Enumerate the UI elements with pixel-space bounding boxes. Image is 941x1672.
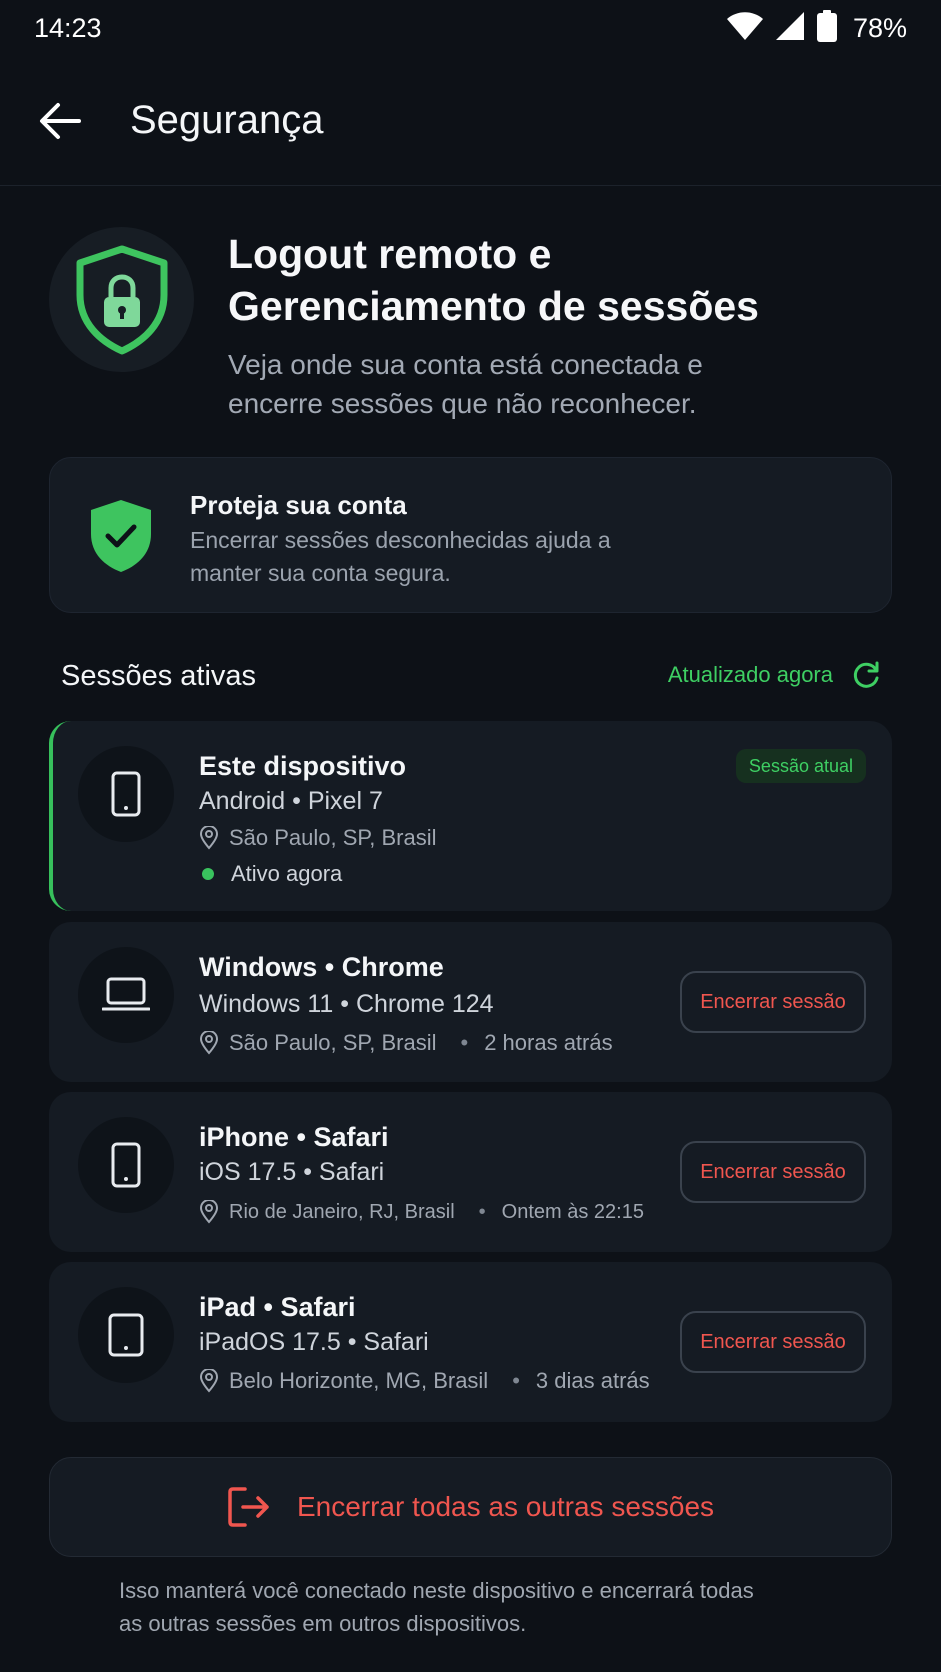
separator-dot: • [512, 1368, 520, 1393]
location-text: Belo Horizonte, MG, Brasil [229, 1368, 489, 1393]
end-session-button[interactable]: Encerrar sessão [680, 971, 866, 1033]
protect-description-line: manter sua conta segura. [190, 560, 451, 586]
session-name: Este dispositivo [199, 751, 407, 781]
end-session-button[interactable]: Encerrar sessão [680, 1311, 866, 1373]
last-active-text: 3 dias atrás [535, 1368, 650, 1393]
separator-dot: • [460, 1030, 469, 1055]
location-text: Rio de Janeiro, RJ, Brasil [229, 1200, 455, 1223]
hero-title: Logout remoto e Gerenciamento de sessões [228, 228, 908, 332]
footer-note-line: Isso manterá você conectado neste dispos… [119, 1578, 754, 1603]
session-card-current: Este dispositivo Android • Pixel 7 São P… [49, 721, 892, 911]
session-location: Rio de Janeiro, RJ, Brasil • Ontem às 22… [199, 1200, 644, 1224]
location-text: São Paulo, SP, Brasil [229, 825, 437, 850]
wifi-icon [726, 11, 763, 46]
page-title: Segurança [130, 98, 324, 142]
section-title: Sessões ativas [61, 660, 257, 692]
shield-lock-badge [49, 227, 194, 372]
arrow-left-icon [40, 102, 81, 139]
session-card: iPhone • Safari iOS 17.5 • Safari Rio de… [49, 1092, 892, 1252]
protect-title: Proteja sua conta [190, 490, 407, 520]
current-session-badge: Sessão atual [735, 749, 866, 783]
status-text: Ativo agora [231, 861, 343, 886]
end-all-label: Encerrar todas as outras sessões [296, 1491, 715, 1522]
end-session-button[interactable]: Encerrar sessão [680, 1141, 866, 1203]
status-icons: 78% [726, 9, 907, 47]
separator-dot: • [478, 1200, 486, 1223]
phone-icon [111, 771, 141, 817]
session-location: São Paulo, SP, Brasil • 2 horas atrás [199, 1030, 613, 1056]
session-status: Ativo agora [199, 861, 342, 887]
shield-lock-icon [76, 245, 167, 354]
session-detail: iOS 17.5 • Safari [199, 1158, 385, 1186]
location-pin-icon [199, 826, 219, 850]
end-all-sessions-button[interactable]: Encerrar todas as outras sessões [49, 1457, 892, 1557]
battery-percent: 78% [852, 12, 907, 43]
updated-label: Atualizado agora [667, 662, 833, 687]
logout-icon [228, 1487, 269, 1527]
refresh-icon [853, 661, 879, 688]
signal-icon [775, 11, 805, 46]
location-pin-icon [199, 1369, 219, 1393]
protect-account-card: Proteja sua conta Encerrar sessões desco… [49, 457, 892, 613]
app-bar: Segurança [0, 56, 941, 186]
session-card: Windows • Chrome Windows 11 • Chrome 124… [49, 922, 892, 1082]
location-pin-icon [199, 1200, 219, 1224]
refresh-sessions-button[interactable]: Atualizado agora [668, 660, 881, 690]
device-icon-wrap [78, 947, 174, 1043]
footer-note: Isso manterá você conectado neste dispos… [119, 1574, 839, 1640]
session-detail: Android • Pixel 7 [199, 787, 383, 815]
tablet-icon [108, 1313, 144, 1357]
hero-subtitle-line: encerre sessões que não reconhecer. [228, 388, 697, 419]
session-name: Windows • Chrome [199, 952, 444, 982]
active-dot-icon [202, 868, 214, 880]
session-detail: Windows 11 • Chrome 124 [199, 990, 494, 1018]
phone-icon [111, 1142, 141, 1188]
shield-check-icon [91, 500, 151, 572]
protect-description: Encerrar sessões desconhecidas ajuda a m… [190, 524, 710, 590]
hero-title-line: Logout remoto e [228, 231, 552, 277]
device-icon-wrap [78, 746, 174, 842]
last-active-text: Ontem às 22:15 [501, 1200, 644, 1223]
laptop-icon [102, 977, 150, 1011]
back-button[interactable] [34, 95, 86, 147]
session-card: iPad • Safari iPadOS 17.5 • Safari Belo … [49, 1262, 892, 1422]
session-name: iPhone • Safari [199, 1122, 389, 1152]
footer-note-line: as outras sessões em outros dispositivos… [119, 1611, 527, 1636]
hero-subtitle: Veja onde sua conta está conectada e enc… [228, 345, 908, 423]
status-bar: 14:23 78% [0, 0, 941, 56]
hero-title-line: Gerenciamento de sessões [228, 283, 759, 329]
protect-description-line: Encerrar sessões desconhecidas ajuda a [190, 527, 611, 553]
status-time: 14:23 [34, 12, 102, 43]
hero-subtitle-line: Veja onde sua conta está conectada e [228, 349, 703, 380]
location-text: São Paulo, SP, Brasil [229, 1030, 437, 1055]
device-icon-wrap [78, 1287, 174, 1383]
battery-icon [816, 9, 837, 47]
location-pin-icon [199, 1031, 219, 1055]
session-name: iPad • Safari [199, 1292, 356, 1322]
session-detail: iPadOS 17.5 • Safari [199, 1328, 429, 1356]
session-location: São Paulo, SP, Brasil [199, 825, 437, 851]
device-icon-wrap [78, 1117, 174, 1213]
session-location: Belo Horizonte, MG, Brasil • 3 dias atrá… [199, 1368, 650, 1394]
last-active-text: 2 horas atrás [484, 1030, 613, 1055]
